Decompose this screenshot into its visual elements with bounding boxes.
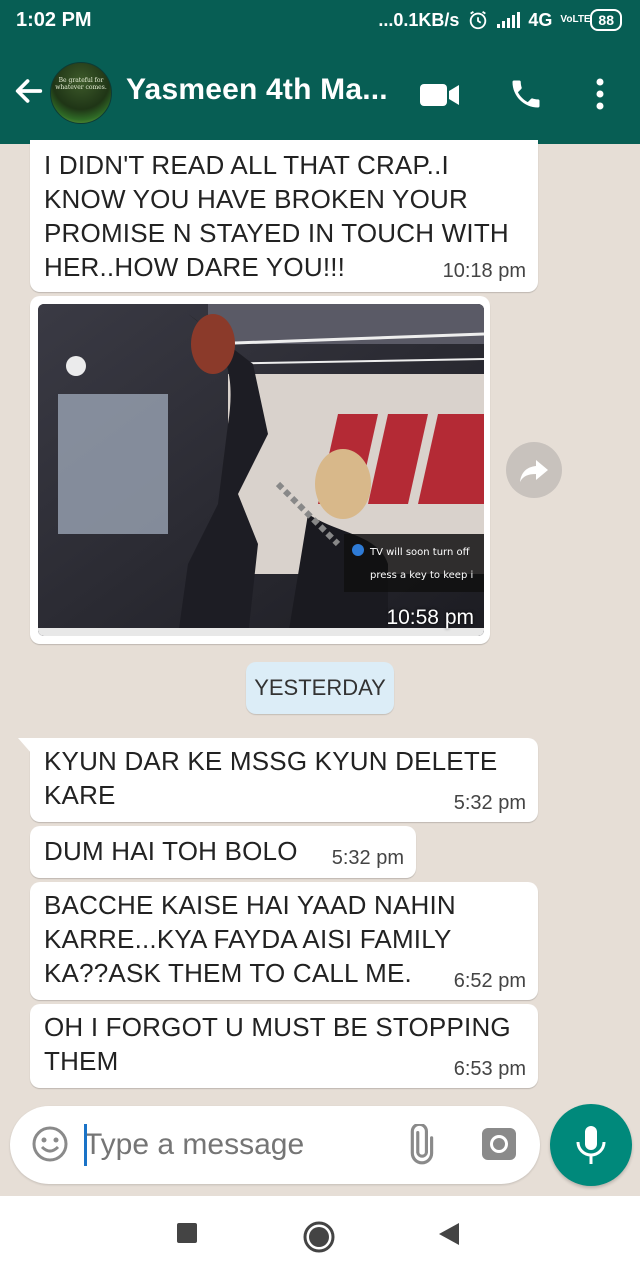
text-caret bbox=[84, 1124, 87, 1166]
message-text: BACCHE KAISE HAI YAAD NAHIN KARRE...KYA … bbox=[44, 890, 456, 988]
paperclip-icon[interactable] bbox=[398, 1124, 440, 1166]
camera-icon[interactable] bbox=[480, 1124, 518, 1164]
status-time: 1:02 PM bbox=[16, 9, 92, 31]
shared-photo[interactable]: TV will soon turn off press a key to kee… bbox=[38, 304, 484, 636]
message-time: 5:32 pm bbox=[331, 847, 404, 869]
system-nav-bar bbox=[0, 1196, 640, 1280]
contact-avatar[interactable]: Be grateful for whatever comes. bbox=[50, 62, 112, 124]
date-divider: YESTERDAY bbox=[246, 662, 394, 714]
message-bubble[interactable]: BACCHE KAISE HAI YAAD NAHIN KARRE...KYA … bbox=[30, 882, 538, 1000]
message-time: 10:18 pm bbox=[442, 260, 526, 282]
message-bubble[interactable]: OH I FORGOT U MUST BE STOPPING THEM 6:53… bbox=[30, 1004, 538, 1088]
network-type: 4G bbox=[528, 9, 553, 30]
message-time: 5:32 pm bbox=[453, 792, 526, 814]
forward-icon bbox=[520, 460, 548, 482]
message-bubble[interactable]: KYUN DAR KE MSSG KYUN DELETE KARE 5:32 p… bbox=[18, 738, 538, 822]
status-icons: ...0.1KB/s 4G VoLTE 88 bbox=[378, 9, 622, 31]
recents-icon[interactable] bbox=[176, 1222, 198, 1244]
image-time: 10:58 pm bbox=[386, 606, 474, 629]
message-text: I DIDN'T READ ALL THAT CRAP..I KNOW YOU … bbox=[44, 150, 509, 282]
forward-button[interactable] bbox=[506, 442, 562, 498]
signal-icon bbox=[497, 12, 521, 28]
message-text: KYUN DAR KE MSSG KYUN DELETE KARE bbox=[44, 746, 498, 810]
photo-illustration: TV will soon turn off press a key to kee… bbox=[38, 304, 484, 636]
alarm-icon bbox=[470, 10, 487, 30]
message-bubble[interactable]: I DIDN'T READ ALL THAT CRAP..I KNOW YOU … bbox=[30, 140, 538, 292]
battery-indicator: 88 bbox=[590, 9, 622, 31]
tv-overlay-line2: press a key to keep i bbox=[370, 570, 473, 581]
bubble-tail bbox=[18, 738, 32, 754]
back-nav-icon[interactable] bbox=[438, 1222, 460, 1246]
more-vert-icon[interactable] bbox=[594, 78, 606, 110]
contact-name[interactable]: Yasmeen 4th Ma... bbox=[126, 73, 388, 107]
message-composer bbox=[10, 1106, 540, 1184]
message-time: 6:53 pm bbox=[453, 1058, 526, 1080]
arrow-left-icon[interactable] bbox=[12, 74, 46, 108]
network-speed: ...0.1KB/s bbox=[378, 9, 460, 30]
avatar-caption: Be grateful for whatever comes. bbox=[55, 77, 107, 91]
tv-overlay-line1: TV will soon turn off bbox=[369, 547, 471, 558]
message-time: 6:52 pm bbox=[453, 970, 526, 992]
message-bubble[interactable]: DUM HAI TOH BOLO 5:32 pm bbox=[30, 826, 416, 878]
status-bar: 1:02 PM ...0.1KB/s 4G VoLTE 88 bbox=[0, 0, 640, 44]
phone-call-icon[interactable] bbox=[508, 76, 544, 112]
message-text: DUM HAI TOH BOLO bbox=[44, 836, 298, 866]
message-input[interactable] bbox=[84, 1124, 384, 1166]
mic-button[interactable] bbox=[550, 1104, 632, 1186]
home-icon[interactable] bbox=[302, 1220, 336, 1254]
volte-badge: VoLTE bbox=[560, 14, 591, 25]
video-call-icon[interactable] bbox=[420, 82, 460, 108]
chat-header: Be grateful for whatever comes. Yasmeen … bbox=[0, 44, 640, 144]
mic-icon bbox=[576, 1126, 606, 1164]
emoji-icon[interactable] bbox=[30, 1124, 70, 1164]
message-text: OH I FORGOT U MUST BE STOPPING THEM bbox=[44, 1012, 511, 1076]
image-message[interactable]: TV will soon turn off press a key to kee… bbox=[30, 296, 490, 644]
